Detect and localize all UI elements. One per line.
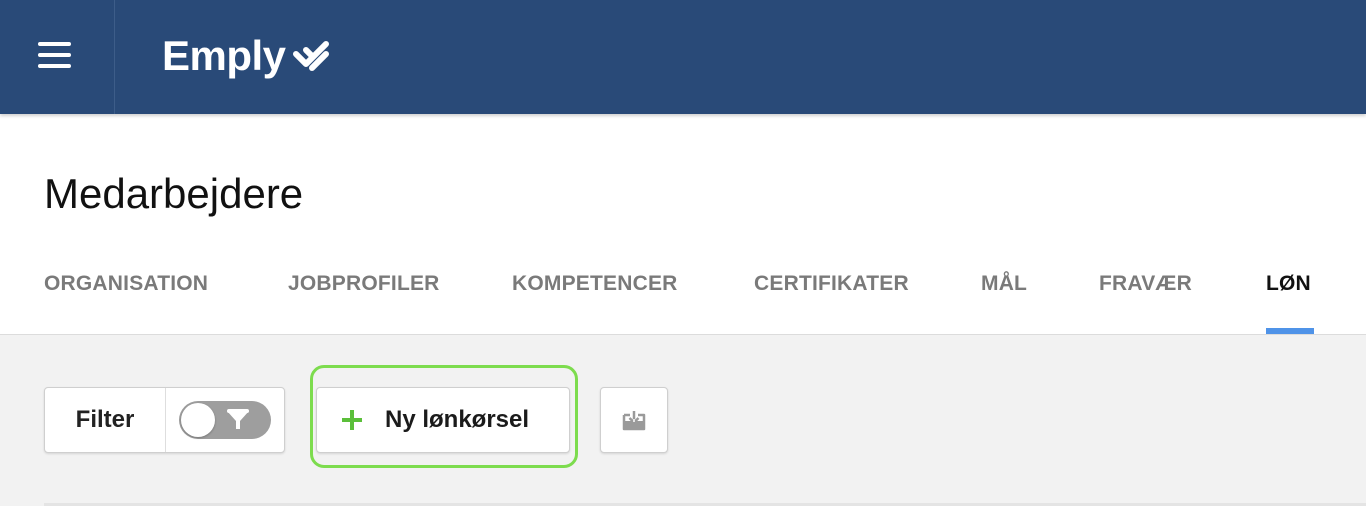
funnel-filter-icon: [227, 409, 249, 429]
tab-bar: ORGANISATION JOBPROFILER KOMPETENCER CER…: [0, 264, 1366, 334]
emply-logo[interactable]: Emply: [162, 30, 330, 82]
toolbar: Filter Ny lønkørsel: [0, 335, 1366, 506]
tab-certifikater[interactable]: CERTIFIKATER: [754, 272, 909, 296]
plus-icon: [341, 409, 363, 431]
menu-button[interactable]: [0, 0, 115, 114]
page-header: Medarbejdere ORGANISATION JOBPROFILER KO…: [0, 114, 1366, 335]
new-payroll-run-label: Ny lønkørsel: [385, 406, 530, 433]
tab-loen[interactable]: LØN: [1266, 272, 1311, 296]
filter-button[interactable]: Filter: [45, 388, 166, 452]
hamburger-menu-icon: [38, 42, 71, 46]
download-tray-icon: [622, 411, 646, 431]
tab-fravaer[interactable]: FRAVÆR: [1099, 272, 1192, 296]
filter-toggle[interactable]: [166, 388, 284, 452]
tab-organisation[interactable]: ORGANISATION: [44, 272, 208, 296]
tab-jobprofiler[interactable]: JOBPROFILER: [288, 272, 440, 296]
filter-toggle-knob[interactable]: [181, 403, 215, 437]
export-button[interactable]: [600, 387, 668, 453]
filter-toggle-track[interactable]: [179, 401, 271, 439]
logo-text: Emply: [162, 32, 286, 79]
filter-control: Filter: [44, 387, 285, 453]
page-title: Medarbejdere: [44, 170, 304, 217]
hamburger-menu-icon-bar: [38, 53, 71, 57]
emply-chevron-mark-icon: [292, 41, 329, 71]
new-payroll-run-button[interactable]: Ny lønkørsel: [316, 387, 570, 453]
top-navigation-bar: Emply: [0, 0, 1366, 114]
tab-kompetencer[interactable]: KOMPETENCER: [512, 272, 678, 296]
hamburger-menu-icon-bar: [38, 64, 71, 68]
tab-maal[interactable]: MÅL: [981, 272, 1027, 296]
active-tab-indicator: [1266, 328, 1314, 334]
